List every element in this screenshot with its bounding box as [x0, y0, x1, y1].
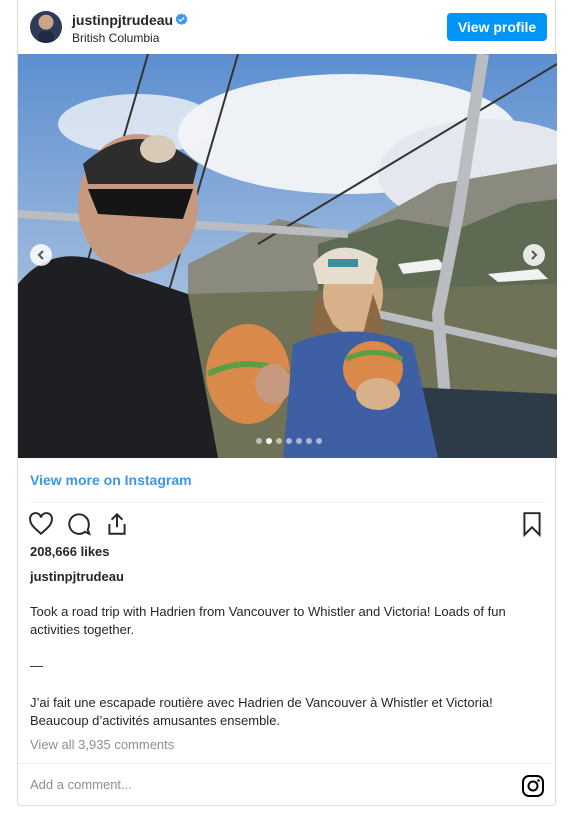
caption-english: Took a road trip with Hadrien from Vanco…: [30, 604, 506, 637]
action-bar: [28, 511, 130, 537]
divider: [18, 763, 557, 764]
carousel-prev-button[interactable]: [30, 244, 52, 266]
bookmark-icon[interactable]: [519, 511, 545, 537]
caption-author[interactable]: justinpjtrudeau: [30, 569, 124, 584]
view-all-comments-link[interactable]: View all 3,935 comments: [30, 737, 174, 752]
chevron-right-icon: [531, 250, 538, 260]
carousel-indicator: [256, 438, 322, 444]
divider: [30, 502, 545, 503]
caption-french: J’ai fait une escapade routière avec Had…: [30, 695, 493, 728]
carousel-dot: [266, 438, 272, 444]
heart-icon[interactable]: [28, 511, 54, 537]
instagram-embed-card: justinpjtrudeau British Columbia View pr…: [17, 0, 557, 806]
location-label[interactable]: British Columbia: [72, 31, 159, 45]
post-photo[interactable]: [18, 54, 557, 458]
chevron-left-icon: [37, 250, 44, 260]
carousel-dot: [256, 438, 262, 444]
instagram-icon[interactable]: [521, 774, 545, 798]
view-profile-button[interactable]: View profile: [447, 13, 547, 41]
avatar[interactable]: [30, 11, 62, 43]
caption-separator: —: [30, 658, 43, 673]
carousel-next-button[interactable]: [523, 244, 545, 266]
add-comment-input[interactable]: Add a comment...: [30, 777, 490, 792]
carousel-dot: [296, 438, 302, 444]
carousel-dot: [316, 438, 322, 444]
share-icon[interactable]: [104, 511, 130, 537]
carousel-dot: [276, 438, 282, 444]
carousel-dot: [306, 438, 312, 444]
post-header: justinpjtrudeau British Columbia View pr…: [18, 0, 557, 54]
view-more-link[interactable]: View more on Instagram: [30, 472, 192, 488]
comment-icon[interactable]: [66, 511, 92, 537]
username[interactable]: justinpjtrudeau: [72, 12, 173, 28]
carousel-dot: [286, 438, 292, 444]
verified-icon: [175, 13, 188, 26]
likes-count[interactable]: 208,666 likes: [30, 544, 110, 559]
